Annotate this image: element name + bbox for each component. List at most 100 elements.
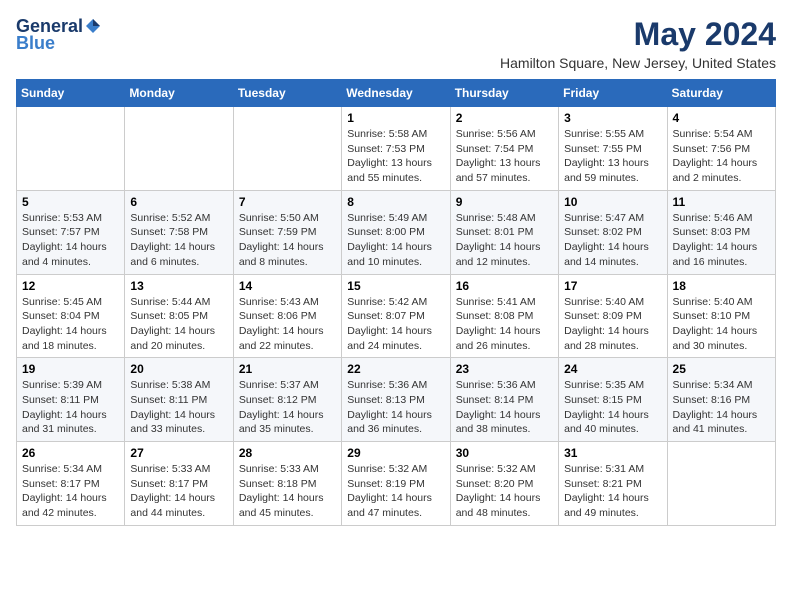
calendar-cell: 14 Sunrise: 5:43 AM Sunset: 8:06 PM Dayli…: [233, 274, 341, 358]
calendar-cell: 23 Sunrise: 5:36 AM Sunset: 8:14 PM Dayli…: [450, 358, 558, 442]
day-info: Sunrise: 5:38 AM Sunset: 8:11 PM Dayligh…: [130, 378, 227, 437]
calendar-cell: 6 Sunrise: 5:52 AM Sunset: 7:58 PM Daylig…: [125, 190, 233, 274]
day-info: Sunrise: 5:33 AM Sunset: 8:17 PM Dayligh…: [130, 462, 227, 521]
logo: General Blue: [16, 16, 102, 54]
calendar-week-row: 26Sunrise: 5:34 AM Sunset: 8:17 PM Dayli…: [17, 442, 776, 526]
calendar-cell: 12 Sunrise: 5:45 AM Sunset: 8:04 PM Dayli…: [17, 274, 125, 358]
col-tuesday: Tuesday: [233, 80, 341, 107]
day-number: 17: [564, 279, 661, 293]
calendar-cell: 17 Sunrise: 5:40 AM Sunset: 8:09 PM Dayli…: [559, 274, 667, 358]
day-number: 3: [564, 111, 661, 125]
col-sunday: Sunday: [17, 80, 125, 107]
day-info: Sunrise: 5:56 AM Sunset: 7:54 PM Dayligh…: [456, 127, 553, 186]
day-number: 15: [347, 279, 444, 293]
logo-icon: [84, 17, 102, 35]
day-number: 10: [564, 195, 661, 209]
calendar-cell: 22Sunrise: 5:36 AM Sunset: 8:13 PM Dayli…: [342, 358, 450, 442]
day-number: 19: [22, 362, 119, 376]
day-info: Sunrise: 5:40 AM Sunset: 8:09 PM Dayligh…: [564, 295, 661, 354]
day-number: 6: [130, 195, 227, 209]
day-number: 23: [456, 362, 553, 376]
calendar-cell: [233, 107, 341, 191]
day-number: 2: [456, 111, 553, 125]
day-number: 14: [239, 279, 336, 293]
calendar-cell: 4Sunrise: 5:54 AM Sunset: 7:56 PM Daylig…: [667, 107, 775, 191]
day-number: 13: [130, 279, 227, 293]
day-info: Sunrise: 5:55 AM Sunset: 7:55 PM Dayligh…: [564, 127, 661, 186]
calendar-week-row: 5Sunrise: 5:53 AM Sunset: 7:57 PM Daylig…: [17, 190, 776, 274]
day-number: 30: [456, 446, 553, 460]
day-number: 18: [673, 279, 770, 293]
calendar-week-row: 12 Sunrise: 5:45 AM Sunset: 8:04 PM Dayli…: [17, 274, 776, 358]
page-header: General Blue May 2024 Hamilton Square, N…: [16, 16, 776, 71]
col-monday: Monday: [125, 80, 233, 107]
day-number: 25: [673, 362, 770, 376]
day-info: Sunrise: 5:40 AM Sunset: 8:10 PM Dayligh…: [673, 295, 770, 354]
day-number: 5: [22, 195, 119, 209]
day-number: 27: [130, 446, 227, 460]
calendar-cell: 24 Sunrise: 5:35 AM Sunset: 8:15 PM Dayli…: [559, 358, 667, 442]
day-info: Sunrise: 5:47 AM Sunset: 8:02 PM Dayligh…: [564, 211, 661, 270]
day-info: Sunrise: 5:36 AM Sunset: 8:14 PM Dayligh…: [456, 378, 553, 437]
day-info: Sunrise: 5:36 AM Sunset: 8:13 PM Dayligh…: [347, 378, 444, 437]
day-number: 9: [456, 195, 553, 209]
day-info: Sunrise: 5:58 AM Sunset: 7:53 PM Dayligh…: [347, 127, 444, 186]
calendar-cell: 31 Sunrise: 5:31 AM Sunset: 8:21 PM Dayli…: [559, 442, 667, 526]
calendar-cell: 10 Sunrise: 5:47 AM Sunset: 8:02 PM Dayli…: [559, 190, 667, 274]
day-number: 11: [673, 195, 770, 209]
col-thursday: Thursday: [450, 80, 558, 107]
day-info: Sunrise: 5:39 AM Sunset: 8:11 PM Dayligh…: [22, 378, 119, 437]
day-info: Sunrise: 5:31 AM Sunset: 8:21 PM Dayligh…: [564, 462, 661, 521]
calendar-cell: 18 Sunrise: 5:40 AM Sunset: 8:10 PM Dayli…: [667, 274, 775, 358]
day-number: 16: [456, 279, 553, 293]
calendar-week-row: 19 Sunrise: 5:39 AM Sunset: 8:11 PM Dayli…: [17, 358, 776, 442]
calendar-cell: 7Sunrise: 5:50 AM Sunset: 7:59 PM Daylig…: [233, 190, 341, 274]
calendar-week-row: 1 Sunrise: 5:58 AM Sunset: 7:53 PM Daylig…: [17, 107, 776, 191]
day-info: Sunrise: 5:37 AM Sunset: 8:12 PM Dayligh…: [239, 378, 336, 437]
title-area: May 2024 Hamilton Square, New Jersey, Un…: [500, 16, 776, 71]
calendar-cell: [17, 107, 125, 191]
col-saturday: Saturday: [667, 80, 775, 107]
col-wednesday: Wednesday: [342, 80, 450, 107]
day-number: 24: [564, 362, 661, 376]
day-number: 29: [347, 446, 444, 460]
day-number: 21: [239, 362, 336, 376]
day-info: Sunrise: 5:49 AM Sunset: 8:00 PM Dayligh…: [347, 211, 444, 270]
day-number: 4: [673, 111, 770, 125]
calendar-cell: 5Sunrise: 5:53 AM Sunset: 7:57 PM Daylig…: [17, 190, 125, 274]
day-number: 26: [22, 446, 119, 460]
calendar-cell: 3 Sunrise: 5:55 AM Sunset: 7:55 PM Daylig…: [559, 107, 667, 191]
day-info: Sunrise: 5:43 AM Sunset: 8:06 PM Dayligh…: [239, 295, 336, 354]
day-number: 28: [239, 446, 336, 460]
calendar-cell: 8Sunrise: 5:49 AM Sunset: 8:00 PM Daylig…: [342, 190, 450, 274]
day-info: Sunrise: 5:35 AM Sunset: 8:15 PM Dayligh…: [564, 378, 661, 437]
calendar-cell: 9Sunrise: 5:48 AM Sunset: 8:01 PM Daylig…: [450, 190, 558, 274]
day-info: Sunrise: 5:32 AM Sunset: 8:20 PM Dayligh…: [456, 462, 553, 521]
day-number: 12: [22, 279, 119, 293]
calendar-cell: 16 Sunrise: 5:41 AM Sunset: 8:08 PM Dayli…: [450, 274, 558, 358]
calendar: Sunday Monday Tuesday Wednesday Thursday…: [16, 79, 776, 526]
day-info: Sunrise: 5:41 AM Sunset: 8:08 PM Dayligh…: [456, 295, 553, 354]
calendar-cell: 26Sunrise: 5:34 AM Sunset: 8:17 PM Dayli…: [17, 442, 125, 526]
calendar-cell: 15 Sunrise: 5:42 AM Sunset: 8:07 PM Dayli…: [342, 274, 450, 358]
day-info: Sunrise: 5:50 AM Sunset: 7:59 PM Dayligh…: [239, 211, 336, 270]
day-info: Sunrise: 5:52 AM Sunset: 7:58 PM Dayligh…: [130, 211, 227, 270]
calendar-cell: 28Sunrise: 5:33 AM Sunset: 8:18 PM Dayli…: [233, 442, 341, 526]
day-info: Sunrise: 5:46 AM Sunset: 8:03 PM Dayligh…: [673, 211, 770, 270]
day-info: Sunrise: 5:45 AM Sunset: 8:04 PM Dayligh…: [22, 295, 119, 354]
day-number: 31: [564, 446, 661, 460]
day-info: Sunrise: 5:34 AM Sunset: 8:16 PM Dayligh…: [673, 378, 770, 437]
calendar-cell: 25 Sunrise: 5:34 AM Sunset: 8:16 PM Dayli…: [667, 358, 775, 442]
day-number: 20: [130, 362, 227, 376]
day-info: Sunrise: 5:44 AM Sunset: 8:05 PM Dayligh…: [130, 295, 227, 354]
location: Hamilton Square, New Jersey, United Stat…: [500, 55, 776, 71]
day-info: Sunrise: 5:32 AM Sunset: 8:19 PM Dayligh…: [347, 462, 444, 521]
calendar-header-row: Sunday Monday Tuesday Wednesday Thursday…: [17, 80, 776, 107]
calendar-cell: 20 Sunrise: 5:38 AM Sunset: 8:11 PM Dayli…: [125, 358, 233, 442]
calendar-cell: 21 Sunrise: 5:37 AM Sunset: 8:12 PM Dayli…: [233, 358, 341, 442]
day-number: 1: [347, 111, 444, 125]
logo-blue: Blue: [16, 33, 55, 54]
calendar-cell: 1 Sunrise: 5:58 AM Sunset: 7:53 PM Daylig…: [342, 107, 450, 191]
day-info: Sunrise: 5:42 AM Sunset: 8:07 PM Dayligh…: [347, 295, 444, 354]
calendar-cell: 27 Sunrise: 5:33 AM Sunset: 8:17 PM Dayli…: [125, 442, 233, 526]
